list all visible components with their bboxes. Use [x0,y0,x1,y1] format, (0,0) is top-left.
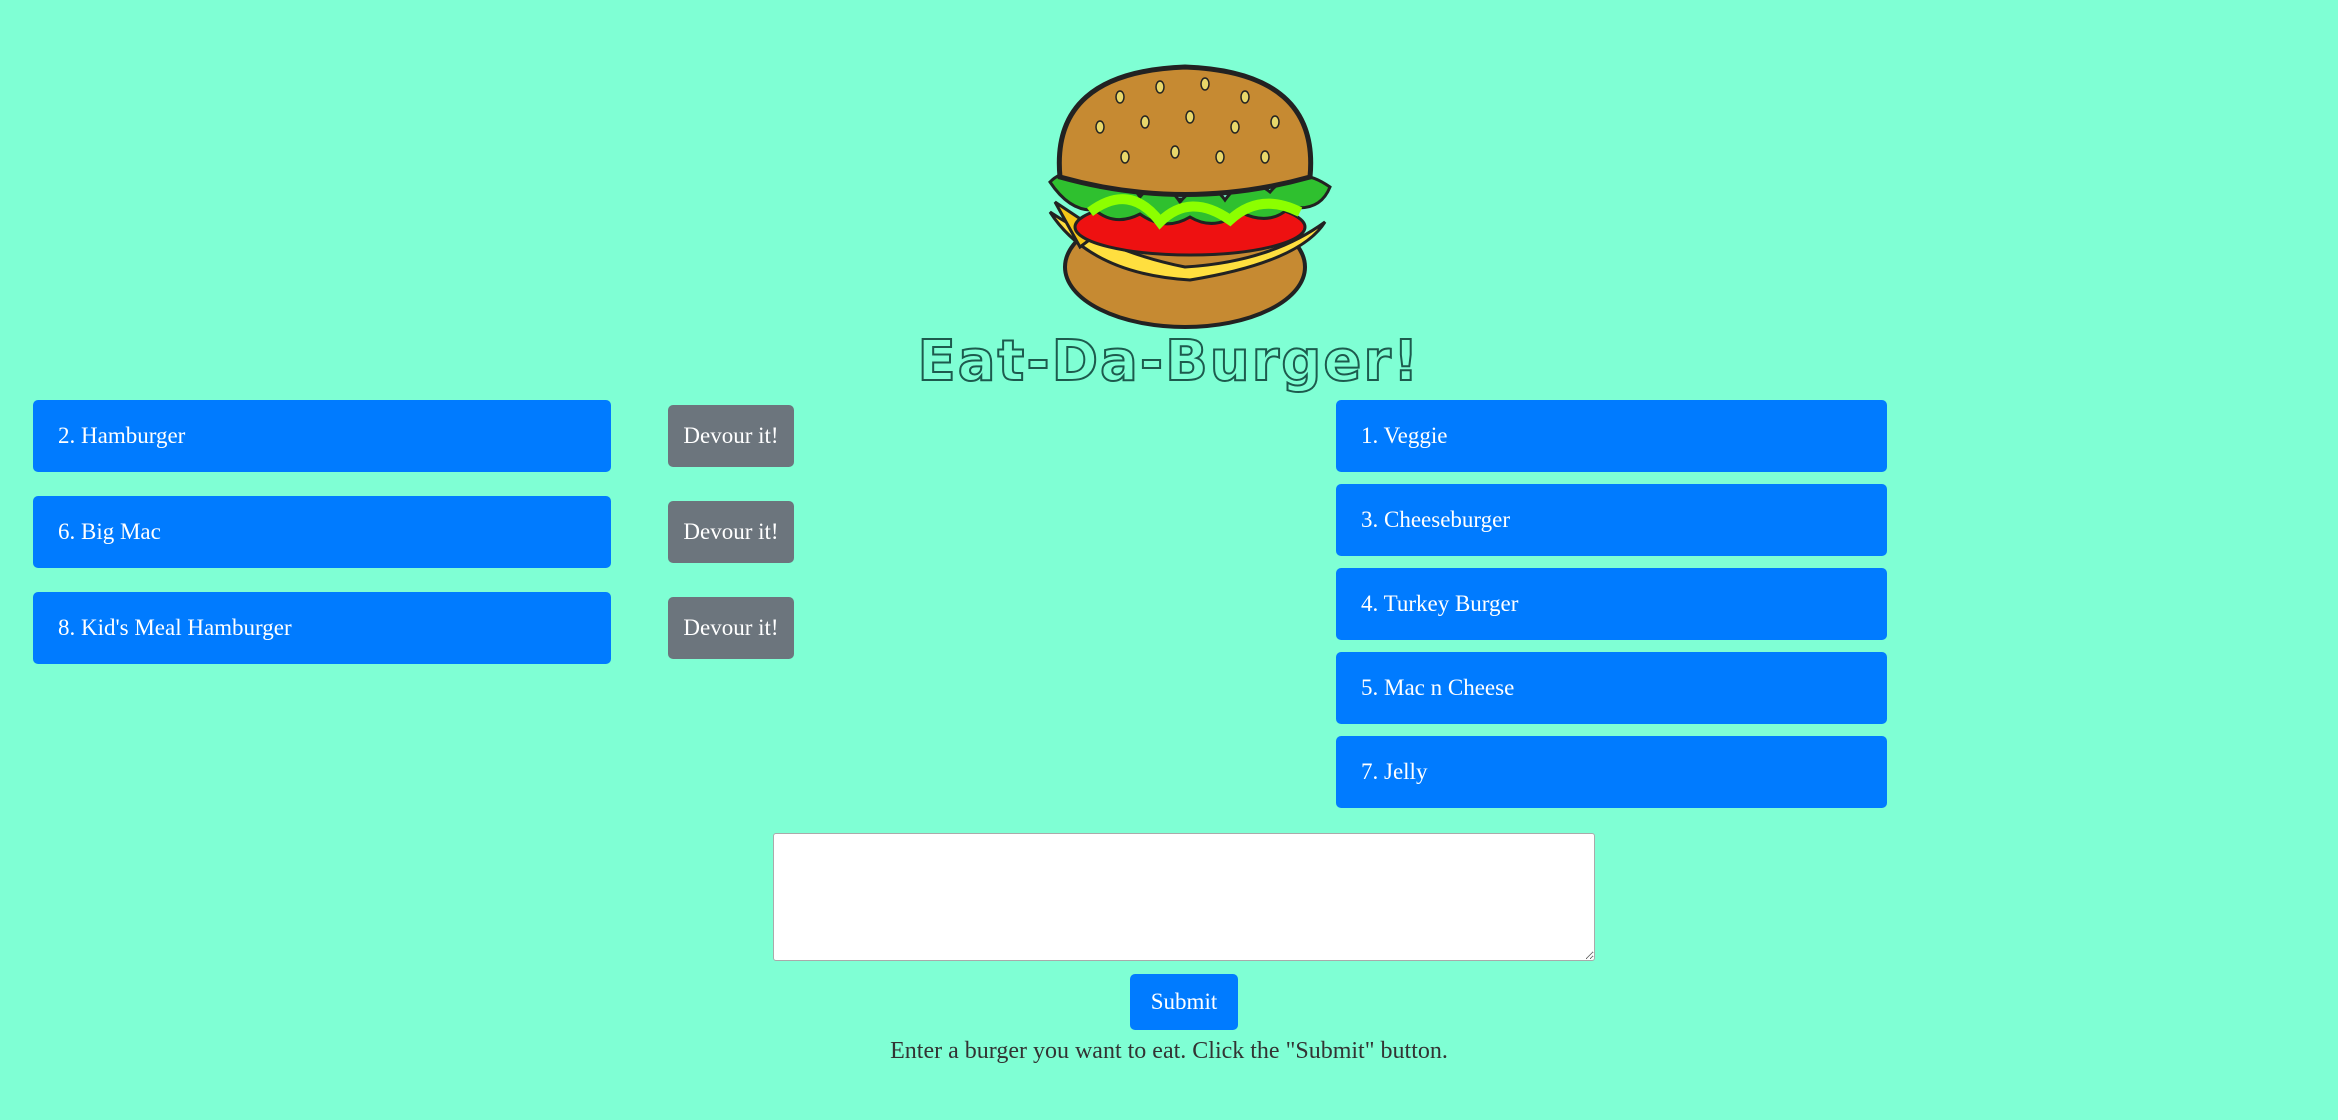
burger-item: 8. Kid's Meal Hamburger [33,592,611,664]
devoured-item: 5. Mac n Cheese [1336,652,1887,724]
devour-button[interactable]: Devour it! [668,597,794,659]
devour-button[interactable]: Devour it! [668,405,794,467]
burger-name-input[interactable] [773,833,1595,961]
devoured-item: 7. Jelly [1336,736,1887,808]
form-hint: Enter a burger you want to eat. Click th… [890,1038,1448,1064]
page-title: Eat-Da-Burger! [917,329,1421,395]
devoured-item: 4. Turkey Burger [1336,568,1887,640]
burger-item: 2. Hamburger [33,400,611,472]
burger-item: 6. Big Mac [33,496,611,568]
devoured-item: 1. Veggie [1336,400,1887,472]
devoured-item: 3. Cheeseburger [1336,484,1887,556]
burger-logo-icon [1030,62,1340,332]
devour-button[interactable]: Devour it! [668,501,794,563]
submit-button[interactable]: Submit [1130,974,1238,1030]
